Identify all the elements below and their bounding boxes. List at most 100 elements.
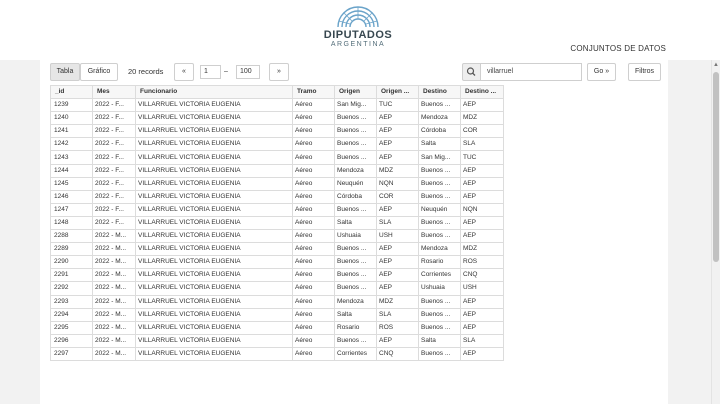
table-cell: Buenos ... bbox=[334, 202, 377, 217]
scrollbar-thumb[interactable] bbox=[713, 72, 719, 262]
table-row[interactable]: 2289 2022 - M... VILLARRUEL VICTORIA EUGEN… bbox=[50, 242, 504, 257]
table-cell: AEP bbox=[460, 346, 504, 361]
scroll-up-icon[interactable]: ▲ bbox=[712, 60, 720, 70]
table-cell: Buenos ... bbox=[334, 150, 377, 165]
left-gutter bbox=[0, 60, 40, 404]
tab-chart[interactable]: Gráfico bbox=[80, 63, 118, 81]
table-cell: San Mig... bbox=[418, 150, 461, 165]
table-cell: VILLARRUEL VICTORIA EUGENIA bbox=[135, 346, 293, 361]
column-header[interactable]: Tramo bbox=[292, 84, 335, 100]
table-cell: 2022 - F... bbox=[92, 163, 136, 178]
table-cell: Salta bbox=[418, 333, 461, 348]
table-cell: MDZ bbox=[376, 163, 419, 178]
table-cell: CNQ bbox=[376, 346, 419, 361]
next-page-button[interactable]: » bbox=[269, 63, 289, 81]
table-row[interactable]: 1242 2022 - F... VILLARRUEL VICTORIA EUGEN… bbox=[50, 137, 504, 152]
table-cell: 2022 - M... bbox=[92, 294, 136, 309]
prev-page-button[interactable]: « bbox=[174, 63, 194, 81]
table-cell: SLA bbox=[376, 215, 419, 231]
table-cell: 2022 - F... bbox=[92, 189, 136, 204]
table-cell: CNQ bbox=[460, 268, 504, 283]
table-row[interactable]: 2293 2022 - M... VILLARRUEL VICTORIA EUGEN… bbox=[50, 294, 504, 309]
table-cell: 2022 - M... bbox=[92, 268, 136, 283]
table-row[interactable]: 1239 2022 - F... VILLARRUEL VICTORIA EUGEN… bbox=[50, 98, 504, 113]
table-cell: Aéreo bbox=[292, 242, 335, 257]
table-row[interactable]: 2294 2022 - M... VILLARRUEL VICTORIA EUGEN… bbox=[50, 307, 504, 322]
table-cell: 2022 - F... bbox=[92, 124, 136, 139]
table-row[interactable]: 2296 2022 - M... VILLARRUEL VICTORIA EUGEN… bbox=[50, 333, 504, 348]
column-header[interactable]: Origen ... bbox=[376, 84, 419, 100]
column-header[interactable]: Destino ... bbox=[460, 84, 504, 100]
table-cell: 2022 - F... bbox=[92, 137, 136, 152]
table-cell: TUC bbox=[376, 98, 419, 113]
table-cell: Corrientes bbox=[334, 346, 377, 361]
datasets-link[interactable]: CONJUNTOS DE DATOS bbox=[570, 44, 666, 53]
table-row[interactable]: 1241 2022 - F... VILLARRUEL VICTORIA EUGEN… bbox=[50, 124, 504, 139]
table-row[interactable]: 2292 2022 - M... VILLARRUEL VICTORIA EUGEN… bbox=[50, 281, 504, 296]
table-cell: Buenos ... bbox=[418, 294, 461, 309]
table-cell: NQN bbox=[376, 176, 419, 191]
table-cell: MDZ bbox=[460, 111, 504, 126]
table-cell: Buenos ... bbox=[334, 281, 377, 296]
page-range-dash: – bbox=[224, 68, 228, 75]
records-count: 20 records bbox=[128, 67, 164, 76]
table-cell: 1246 bbox=[50, 189, 93, 204]
table-row[interactable]: 1243 2022 - F... VILLARRUEL VICTORIA EUGEN… bbox=[50, 150, 504, 165]
table-cell: 1244 bbox=[50, 163, 93, 178]
table-cell: Aéreo bbox=[292, 320, 335, 335]
table-cell: 2294 bbox=[50, 307, 93, 322]
column-header[interactable]: Destino bbox=[418, 84, 461, 100]
table-row[interactable]: 1247 2022 - F... VILLARRUEL VICTORIA EUGEN… bbox=[50, 202, 504, 217]
column-header[interactable]: Mes bbox=[92, 84, 136, 100]
table-cell: Rosario bbox=[334, 320, 377, 335]
table-cell: VILLARRUEL VICTORIA EUGENIA bbox=[135, 124, 293, 139]
table-row[interactable]: 2291 2022 - M... VILLARRUEL VICTORIA EUGEN… bbox=[50, 268, 504, 283]
table-cell: Aéreo bbox=[292, 137, 335, 152]
tab-table[interactable]: Tabla bbox=[50, 63, 80, 81]
search-input[interactable]: villarruel bbox=[480, 63, 582, 81]
page-from-input[interactable]: 1 bbox=[200, 65, 221, 79]
diputados-logo[interactable]: DIPUTADOS ARGENTINA bbox=[318, 4, 398, 58]
table-row[interactable]: 2297 2022 - M... VILLARRUEL VICTORIA EUGEN… bbox=[50, 346, 504, 361]
table-cell: AEP bbox=[376, 202, 419, 217]
column-header[interactable]: _id bbox=[50, 84, 93, 100]
table-cell: Aéreo bbox=[292, 333, 335, 348]
table-row[interactable]: 1245 2022 - F... VILLARRUEL VICTORIA EUGEN… bbox=[50, 176, 504, 191]
search-addon[interactable] bbox=[462, 63, 481, 81]
column-header[interactable]: Funcionario bbox=[135, 84, 293, 100]
table-cell: COR bbox=[460, 124, 504, 139]
table-cell: AEP bbox=[376, 268, 419, 283]
go-button[interactable]: Go » bbox=[587, 63, 616, 81]
table-cell: AEP bbox=[376, 137, 419, 152]
table-cell: Buenos ... bbox=[334, 111, 377, 126]
table-row[interactable]: 2295 2022 - M... VILLARRUEL VICTORIA EUGEN… bbox=[50, 320, 504, 335]
table-row[interactable]: 2290 2022 - M... VILLARRUEL VICTORIA EUGEN… bbox=[50, 255, 504, 270]
column-header[interactable]: Origen bbox=[334, 84, 377, 100]
table-cell: VILLARRUEL VICTORIA EUGENIA bbox=[135, 307, 293, 322]
table-row[interactable]: 1246 2022 - F... VILLARRUEL VICTORIA EUGEN… bbox=[50, 189, 504, 204]
table-cell: 2022 - F... bbox=[92, 176, 136, 191]
table-cell: Aéreo bbox=[292, 202, 335, 217]
table-cell: AEP bbox=[460, 215, 504, 231]
table-cell: 2022 - F... bbox=[92, 98, 136, 113]
table-cell: 2297 bbox=[50, 346, 93, 361]
site-header: DIPUTADOS ARGENTINA CONJUNTOS DE DATOS bbox=[0, 0, 720, 60]
table-cell: 1239 bbox=[50, 98, 93, 113]
page-to-input[interactable]: 100 bbox=[236, 65, 260, 79]
filters-button[interactable]: Filtros bbox=[628, 63, 661, 81]
table-row[interactable]: 1240 2022 - F... VILLARRUEL VICTORIA EUGEN… bbox=[50, 111, 504, 126]
table-cell: 2295 bbox=[50, 320, 93, 335]
table-cell: Buenos ... bbox=[418, 320, 461, 335]
table-cell: 2022 - F... bbox=[92, 202, 136, 217]
table-cell: 2022 - M... bbox=[92, 255, 136, 270]
table-row[interactable]: 1248 2022 - F... VILLARRUEL VICTORIA EUGEN… bbox=[50, 215, 504, 231]
table-cell: 2022 - M... bbox=[92, 229, 136, 244]
data-explorer: Tabla Gráfico 20 records « 1 – 100 » vil… bbox=[40, 60, 668, 404]
page-scrollbar[interactable]: ▲ bbox=[711, 60, 720, 404]
table-row[interactable]: 2288 2022 - M... VILLARRUEL VICTORIA EUGEN… bbox=[50, 229, 504, 244]
table-cell: AEP bbox=[376, 255, 419, 270]
table-cell: Buenos ... bbox=[418, 163, 461, 178]
table-cell: NQN bbox=[460, 202, 504, 217]
table-row[interactable]: 1244 2022 - F... VILLARRUEL VICTORIA EUGEN… bbox=[50, 163, 504, 178]
table-cell: AEP bbox=[376, 111, 419, 126]
